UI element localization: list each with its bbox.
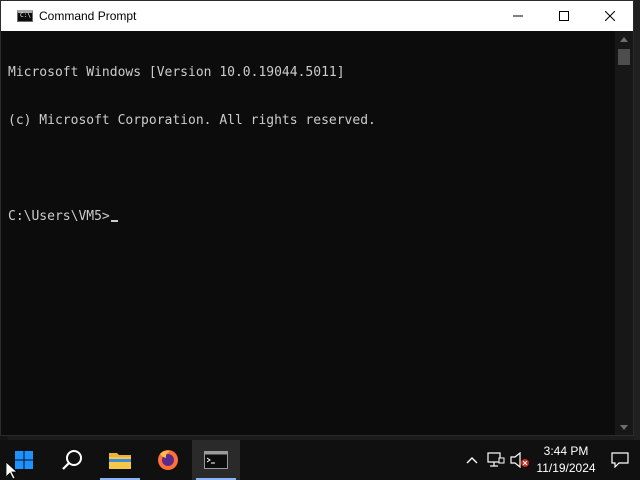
search-icon xyxy=(62,450,82,470)
command-prompt-button[interactable] xyxy=(192,440,240,480)
scroll-up-icon xyxy=(620,36,628,42)
vertical-scrollbar[interactable] xyxy=(615,31,633,435)
close-button[interactable] xyxy=(587,1,633,31)
desktop-edge-right xyxy=(634,0,640,440)
close-icon xyxy=(605,11,615,21)
show-hidden-icons-button[interactable] xyxy=(460,440,484,480)
console-prompt-line[interactable]: C:\Users\VM5> xyxy=(8,209,615,225)
search-button[interactable] xyxy=(48,440,96,480)
maximize-icon xyxy=(559,11,569,21)
action-center-button[interactable] xyxy=(600,440,640,480)
minimize-icon xyxy=(513,15,523,17)
system-tray: 3:44 PM 11/19/2024 xyxy=(460,440,640,480)
chevron-up-icon xyxy=(466,457,478,464)
cmd-icon[interactable]: C:\ xyxy=(17,10,33,22)
console-line: Microsoft Windows [Version 10.0.19044.50… xyxy=(8,65,345,80)
firefox-icon xyxy=(158,450,178,470)
file-explorer-button[interactable] xyxy=(96,440,144,480)
folder-icon xyxy=(109,453,131,469)
window-controls xyxy=(495,1,633,31)
command-prompt-window: C:\ Command Prompt Microsoft Windows [Ve… xyxy=(0,0,634,436)
notification-icon xyxy=(611,452,629,468)
network-icon xyxy=(487,452,505,467)
taskbar: 3:44 PM 11/19/2024 xyxy=(0,440,640,480)
scroll-down-button[interactable] xyxy=(615,419,633,435)
title-bar[interactable]: C:\ Command Prompt xyxy=(1,1,633,31)
mouse-pointer-icon xyxy=(6,462,18,480)
console-prompt: C:\Users\VM5> xyxy=(8,209,110,224)
text-cursor xyxy=(110,220,118,222)
volume-muted-icon xyxy=(510,452,529,468)
clock[interactable]: 3:44 PM 11/19/2024 xyxy=(532,440,600,480)
network-button[interactable] xyxy=(484,440,508,480)
minimize-button[interactable] xyxy=(495,1,541,31)
volume-button[interactable] xyxy=(508,440,532,480)
clock-date: 11/19/2024 xyxy=(536,461,596,475)
scroll-up-button[interactable] xyxy=(615,31,633,47)
console-line: (c) Microsoft Corporation. All rights re… xyxy=(8,113,376,128)
window-title: Command Prompt xyxy=(39,9,137,23)
firefox-button[interactable] xyxy=(144,440,192,480)
cmd-icon-glyph: C:\ xyxy=(20,12,31,19)
clock-time: 3:44 PM xyxy=(543,444,589,458)
scrollbar-thumb[interactable] xyxy=(618,49,630,65)
maximize-button[interactable] xyxy=(541,1,587,31)
scroll-down-icon xyxy=(620,424,628,430)
console-output[interactable]: Microsoft Windows [Version 10.0.19044.50… xyxy=(1,31,615,435)
terminal-icon xyxy=(204,451,228,469)
